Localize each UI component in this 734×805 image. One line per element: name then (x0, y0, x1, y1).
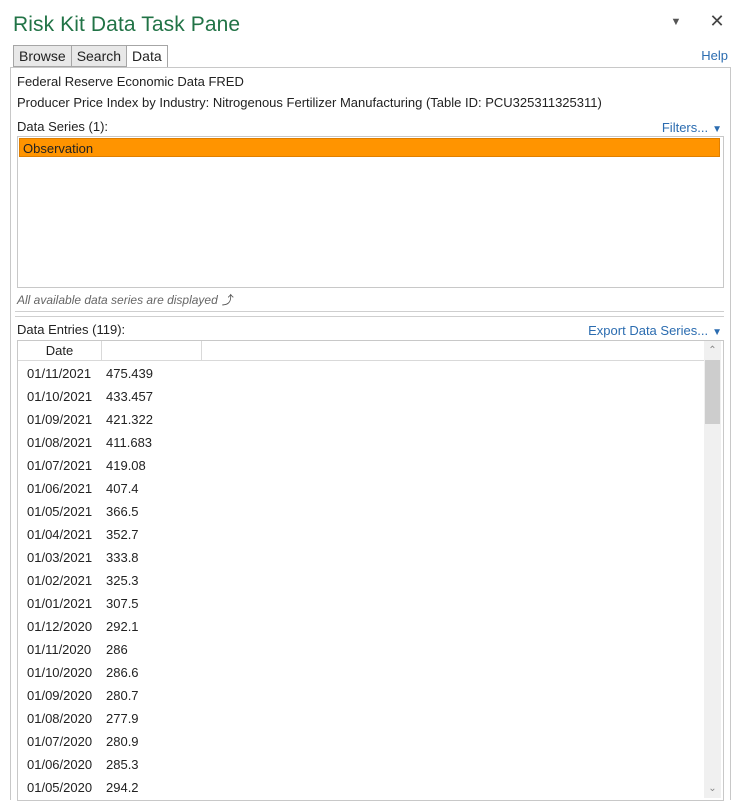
cell-date: 01/08/2020 (27, 711, 93, 726)
sort-icon: ⤴ (221, 293, 234, 307)
pane-title: Risk Kit Data Task Pane (13, 13, 241, 36)
cell-value: 352.7 (106, 527, 139, 542)
filters-link[interactable]: Filters... ▼ (662, 120, 722, 135)
cell-date: 01/05/2021 (27, 504, 93, 519)
cell-value: 411.683 (106, 435, 153, 450)
chevron-down-icon: ▼ (712, 124, 722, 135)
cell-date: 01/10/2021 (27, 389, 93, 404)
tab-browse[interactable]: Browse (13, 45, 71, 67)
cell-value: 307.5 (106, 596, 139, 611)
cell-value: 366.5 (106, 504, 139, 519)
cell-date: 01/08/2021 (27, 435, 93, 450)
table-row[interactable]: 01/09/2021 421.322 (18, 408, 704, 431)
cell-date: 01/01/2021 (27, 596, 93, 611)
cell-date: 01/04/2021 (27, 527, 93, 542)
tab-data[interactable]: Data (126, 45, 168, 68)
cell-value: 421.322 (106, 412, 153, 427)
cell-value: 325.3 (106, 573, 139, 588)
table-row[interactable]: 01/10/2021 433.457 (18, 385, 704, 408)
cell-value: 285.3 (106, 757, 139, 772)
table-row[interactable]: 01/08/2021 411.683 (18, 431, 704, 454)
scrollbar-thumb[interactable] (705, 360, 720, 424)
cell-date: 01/05/2020 (27, 780, 93, 795)
cell-date: 01/06/2021 (27, 481, 93, 496)
cell-value: 419.08 (106, 458, 146, 473)
help-link[interactable]: Help (701, 48, 728, 63)
close-icon[interactable]: ✕ (708, 11, 726, 31)
data-series-label: Data Series (1): (17, 119, 109, 134)
export-data-series-link[interactable]: Export Data Series... ▼ (588, 323, 722, 338)
cell-value: 280.7 (106, 688, 139, 703)
table-row[interactable]: 01/01/2021 307.5 (18, 592, 704, 615)
table-row[interactable]: 01/12/2020 292.1 (18, 615, 704, 638)
cell-date: 01/09/2020 (27, 688, 93, 703)
table-row[interactable]: 01/07/2020 280.9 (18, 730, 704, 753)
cell-value: 292.1 (106, 619, 139, 634)
cell-value: 280.9 (106, 734, 139, 749)
cell-date: 01/10/2020 (27, 665, 93, 680)
data-entries-label: Data Entries (119): (17, 322, 126, 337)
table-row[interactable]: 01/11/2020 286 (18, 638, 704, 661)
table-title: Producer Price Index by Industry: Nitrog… (17, 95, 602, 110)
cell-date: 01/11/2021 (27, 366, 92, 381)
cell-value: 286 (106, 642, 128, 657)
data-series-list[interactable]: Observation (17, 136, 724, 288)
chevron-down-icon: ▼ (712, 327, 722, 338)
source-name: Federal Reserve Economic Data FRED (17, 74, 244, 89)
column-header-value[interactable] (102, 341, 202, 360)
tab-search[interactable]: Search (70, 45, 127, 67)
vertical-scrollbar[interactable]: ⌃ ⌄ (704, 341, 721, 798)
table-row[interactable]: 01/07/2021 419.08 (18, 454, 704, 477)
cell-value: 277.9 (106, 711, 139, 726)
cell-value: 294.2 (106, 780, 139, 795)
scroll-up-icon[interactable]: ⌃ (704, 342, 721, 359)
cell-value: 407.4 (106, 481, 139, 496)
column-header-date[interactable]: Date (18, 341, 102, 360)
cell-date: 01/02/2021 (27, 573, 93, 588)
table-row[interactable]: 01/11/2021 475.439 (18, 362, 704, 385)
table-row[interactable]: 01/09/2020 280.7 (18, 684, 704, 707)
table-row[interactable]: 01/03/2021 333.8 (18, 546, 704, 569)
cell-date: 01/03/2021 (27, 550, 93, 565)
table-header: Date (18, 341, 704, 361)
cell-value: 433.457 (106, 389, 153, 404)
table-row[interactable]: 01/08/2020 277.9 (18, 707, 704, 730)
table-row[interactable]: 01/02/2021 325.3 (18, 569, 704, 592)
table-body: 01/11/2021 475.439 01/10/2021 433.457 01/09/… (18, 362, 704, 799)
cell-date: 01/07/2020 (27, 734, 93, 749)
cell-date: 01/11/2020 (27, 642, 92, 657)
table-row[interactable]: 01/06/2020 285.3 (18, 753, 704, 776)
table-row[interactable]: 01/06/2021 407.4 (18, 477, 704, 500)
series-item-observation[interactable]: Observation (19, 138, 720, 157)
export-label: Export Data Series... (588, 323, 709, 338)
cell-date: 01/06/2020 (27, 757, 93, 772)
table-row[interactable]: 01/04/2021 352.7 (18, 523, 704, 546)
cell-value: 286.6 (106, 665, 139, 680)
cell-value: 475.439 (106, 366, 153, 381)
pane-options-icon[interactable]: ▼ (669, 15, 683, 29)
cell-date: 01/12/2020 (27, 619, 93, 634)
data-entries-table[interactable]: Date 01/11/2021 475.439 01/10/2021 433.457 0… (17, 340, 724, 801)
series-hint-text: All available data series are displayed (17, 293, 218, 307)
cell-date: 01/09/2021 (27, 412, 93, 427)
filters-label: Filters... (661, 120, 709, 135)
table-row[interactable]: 01/05/2020 294.2 (18, 776, 704, 799)
cell-date: 01/07/2021 (27, 458, 93, 473)
scroll-down-icon[interactable]: ⌄ (704, 780, 721, 797)
tab-bar: Browse Search Data (13, 45, 168, 68)
table-row[interactable]: 01/05/2021 366.5 (18, 500, 704, 523)
table-row[interactable]: 01/10/2020 286.6 (18, 661, 704, 684)
cell-value: 333.8 (106, 550, 139, 565)
pane-splitter[interactable] (15, 311, 724, 317)
series-hint: All available data series are displayed ⤴ (17, 291, 234, 308)
